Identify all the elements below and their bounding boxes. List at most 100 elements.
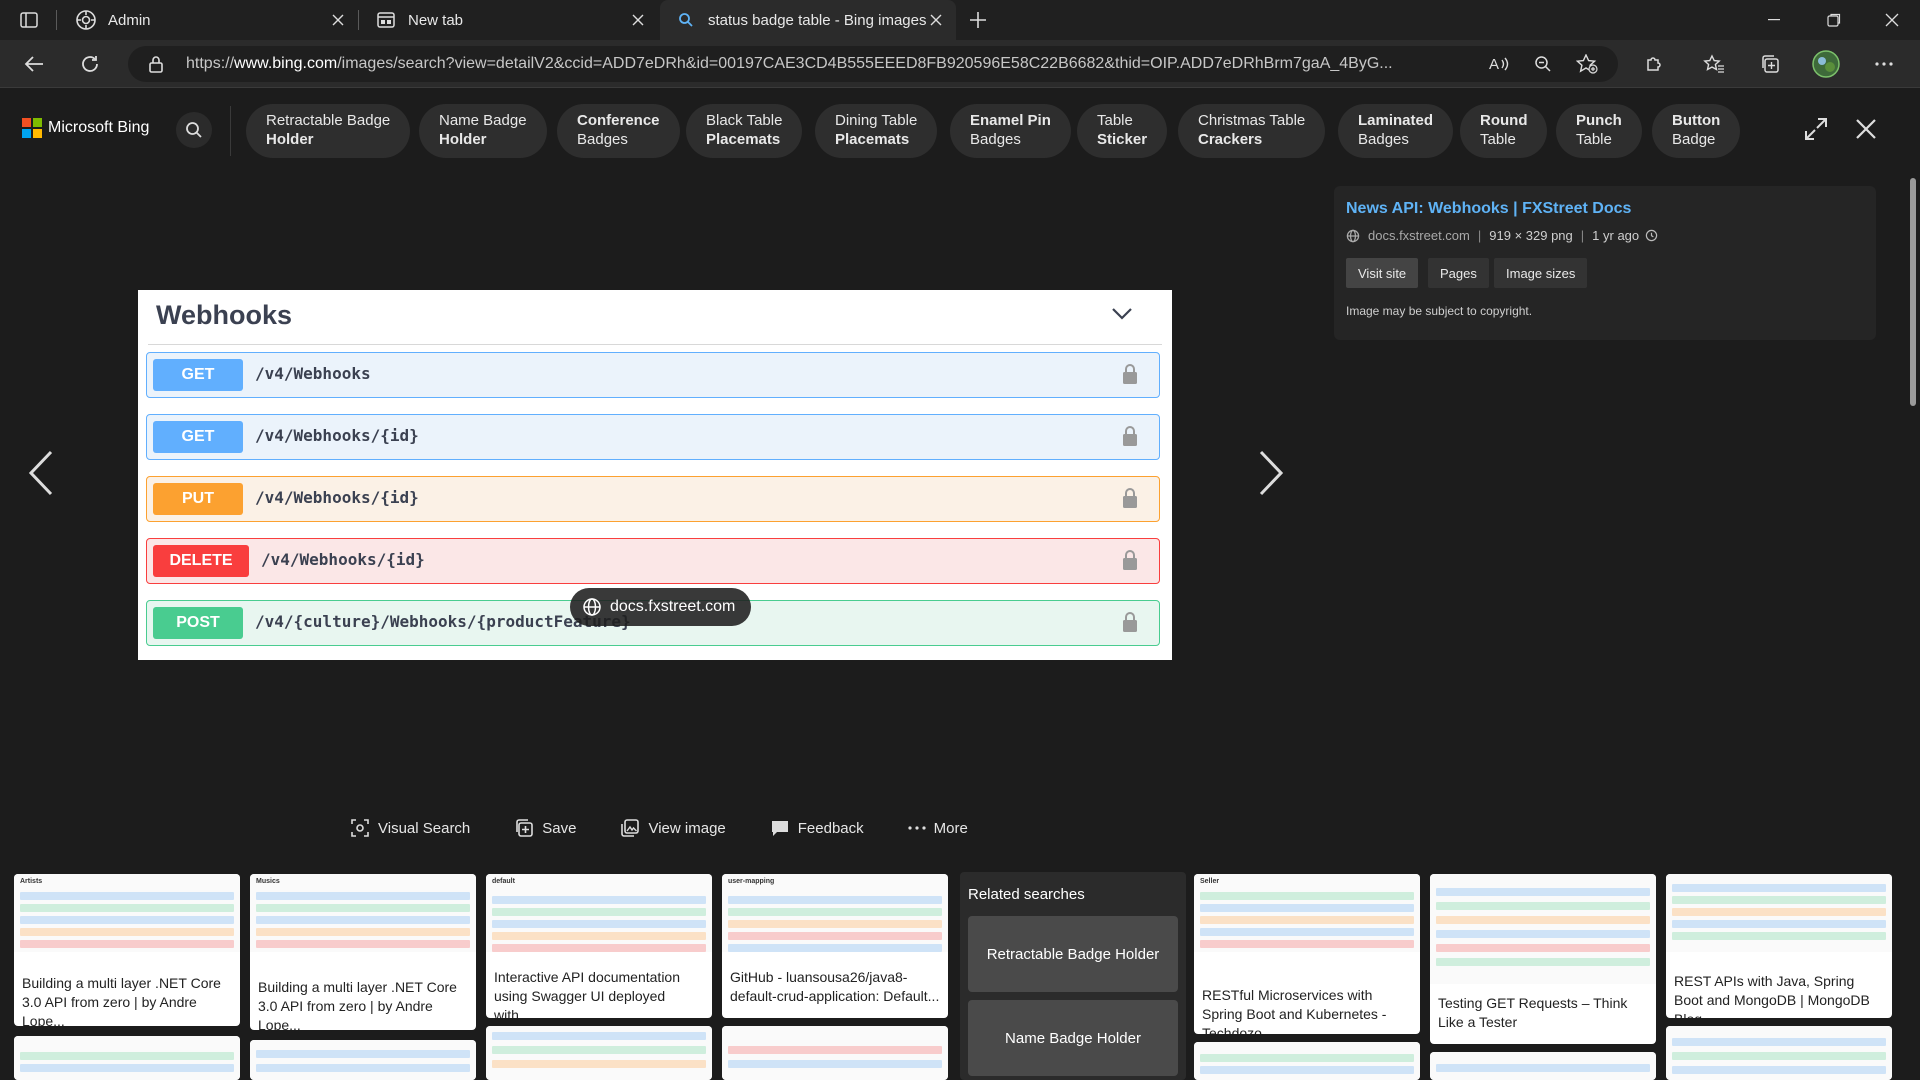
related-image-thumbnail[interactable] xyxy=(250,1040,476,1080)
collections-button[interactable] xyxy=(1756,50,1784,78)
related-image-thumbnail[interactable] xyxy=(486,1026,712,1080)
related-chip[interactable]: Retractable Badge Holder xyxy=(246,104,411,158)
image-icon xyxy=(620,818,640,838)
operation-path: /v4/Webhooks xyxy=(255,364,371,383)
arrow-left-icon xyxy=(24,55,44,73)
related-chip[interactable]: Conference Badges xyxy=(557,104,680,158)
feedback-icon xyxy=(770,818,790,838)
pages-button[interactable]: Pages xyxy=(1428,258,1489,288)
image-dimensions: 919 × 329 png xyxy=(1489,228,1573,243)
scrollbar-thumb[interactable] xyxy=(1910,178,1916,406)
more-button[interactable]: More xyxy=(908,820,968,837)
related-chip[interactable]: Laminated Badges xyxy=(1338,104,1454,158)
feedback-button[interactable]: Feedback xyxy=(770,818,864,838)
save-collection-icon xyxy=(514,818,534,838)
lock-icon[interactable] xyxy=(148,55,164,73)
related-chip[interactable]: Dining Table Placemats xyxy=(815,104,938,158)
operation-row: GET /v4/Webhooks/{id} xyxy=(146,414,1160,460)
image-domain[interactable]: docs.fxstreet.com xyxy=(1368,228,1470,243)
related-search-item[interactable]: Name Badge Holder xyxy=(968,1000,1178,1076)
close-tab-icon[interactable] xyxy=(330,12,346,28)
tab-actions-button[interactable] xyxy=(14,8,44,32)
tab-admin[interactable]: Admin xyxy=(60,0,358,40)
restore-button[interactable] xyxy=(1806,0,1862,40)
save-button[interactable]: Save xyxy=(514,818,576,838)
method-badge: PUT xyxy=(153,483,243,515)
close-viewer-button[interactable] xyxy=(1851,114,1881,144)
tab-label: New tab xyxy=(408,11,464,29)
close-tab-icon[interactable] xyxy=(630,12,646,28)
related-search-item[interactable]: Retractable Badge Holder xyxy=(968,916,1178,992)
bing-logo[interactable]: Microsoft Bing xyxy=(22,118,149,138)
restore-icon xyxy=(1827,13,1841,27)
related-chip[interactable]: Table Sticker xyxy=(1077,104,1168,158)
related-image-thumbnail[interactable]: Musics Building a multi layer .NET Core … xyxy=(250,874,476,1030)
image-source-title[interactable]: News API: Webhooks | FXStreet Docs xyxy=(1346,200,1631,218)
extensions-button[interactable] xyxy=(1640,50,1668,78)
thumbnail-caption: REST APIs with Java, Spring Boot and Mon… xyxy=(1674,973,1870,1018)
next-image-button[interactable] xyxy=(1256,448,1286,498)
related-chip[interactable]: Button Badge xyxy=(1652,104,1741,158)
related-chip[interactable]: Black Table Placemats xyxy=(686,104,803,158)
close-tab-icon[interactable] xyxy=(928,12,944,28)
image-meta: docs.fxstreet.com | 919 × 329 png | 1 yr… xyxy=(1346,228,1658,243)
tab-label: Admin xyxy=(108,11,151,29)
visit-site-button[interactable]: Visit site xyxy=(1346,258,1419,288)
zoom-icon[interactable] xyxy=(1532,53,1554,75)
source-domain-pill[interactable]: docs.fxstreet.com xyxy=(570,588,752,626)
related-chip[interactable]: Round Table xyxy=(1460,104,1548,158)
related-image-thumbnail[interactable] xyxy=(1194,1042,1420,1080)
thumbnail-preview: Artists xyxy=(14,874,240,952)
close-window-button[interactable] xyxy=(1864,0,1920,40)
collections-icon xyxy=(1760,54,1780,74)
page-scrollbar[interactable] xyxy=(1906,172,1920,1080)
lock-icon xyxy=(1121,611,1139,633)
related-image-thumbnail[interactable] xyxy=(1430,1052,1656,1080)
related-chip[interactable]: Christmas Table Crackers xyxy=(1178,104,1326,158)
related-chip[interactable]: Name Badge Holder xyxy=(419,104,547,158)
operation-path: /v4/Webhooks/{id} xyxy=(255,488,419,507)
new-tab-button[interactable] xyxy=(966,8,990,32)
thumbnail-caption: GitHub - luansousa26/java8-default-crud-… xyxy=(730,969,940,1004)
view-image-button[interactable]: View image xyxy=(620,818,726,838)
related-image-thumbnail[interactable]: Seller RESTful Microservices with Spring… xyxy=(1194,874,1420,1034)
related-image-thumbnail[interactable]: Artists Building a multi layer .NET Core… xyxy=(14,874,240,1026)
fullscreen-button[interactable] xyxy=(1801,114,1831,144)
method-badge: POST xyxy=(153,607,243,639)
related-chip[interactable]: Enamel Pin Badges xyxy=(950,104,1071,158)
thumbnail-preview: user-mapping xyxy=(722,874,948,952)
operation-row: PUT /v4/Webhooks/{id} xyxy=(146,476,1160,522)
related-image-thumbnail[interactable]: user-mapping GitHub - luansousa26/java8-… xyxy=(722,874,948,1018)
more-horizontal-icon xyxy=(908,826,926,830)
related-image-thumbnail[interactable]: Testing GET Requests – Think Like a Test… xyxy=(1430,874,1656,1044)
visual-search-button[interactable]: Visual Search xyxy=(350,818,470,838)
related-chip[interactable]: Punch Table xyxy=(1556,104,1642,158)
thumbnail-caption: Testing GET Requests – Think Like a Test… xyxy=(1438,995,1628,1030)
tab-bing-images[interactable]: status badge table - Bing images xyxy=(660,0,956,40)
operation-row: GET /v4/Webhooks xyxy=(146,352,1160,398)
related-image-thumbnail[interactable]: default Interactive API documentation us… xyxy=(486,874,712,1018)
read-aloud-icon[interactable]: A xyxy=(1488,53,1510,75)
profile-button[interactable] xyxy=(1812,50,1840,78)
previous-image-button[interactable] xyxy=(26,448,56,498)
minimize-button[interactable] xyxy=(1746,0,1802,40)
related-image-thumbnail[interactable] xyxy=(1666,1026,1892,1080)
back-button[interactable] xyxy=(20,50,48,78)
settings-more-button[interactable] xyxy=(1870,50,1898,78)
globe-icon xyxy=(582,597,602,617)
image-viewer: Webhooks GET /v4/Webhooks GET /v4/Webhoo… xyxy=(0,172,1920,1080)
search-icon xyxy=(185,121,203,139)
url-text[interactable]: https://www.bing.com/images/search?view=… xyxy=(186,55,1456,73)
refresh-button[interactable] xyxy=(76,50,104,78)
tab-new-tab[interactable]: New tab xyxy=(360,0,658,40)
address-bar[interactable]: https://www.bing.com/images/search?view=… xyxy=(128,46,1618,82)
add-favorite-icon[interactable] xyxy=(1576,53,1598,75)
related-image-thumbnail[interactable] xyxy=(14,1036,240,1080)
related-image-thumbnail[interactable]: REST APIs with Java, Spring Boot and Mon… xyxy=(1666,874,1892,1018)
related-image-thumbnail[interactable] xyxy=(722,1026,948,1080)
chevron-down-icon xyxy=(1112,308,1132,320)
operation-row: DELETE /v4/Webhooks/{id} xyxy=(146,538,1160,584)
favorites-button[interactable] xyxy=(1700,50,1728,78)
bing-search-button[interactable] xyxy=(176,112,212,148)
image-sizes-button[interactable]: Image sizes xyxy=(1494,258,1588,288)
